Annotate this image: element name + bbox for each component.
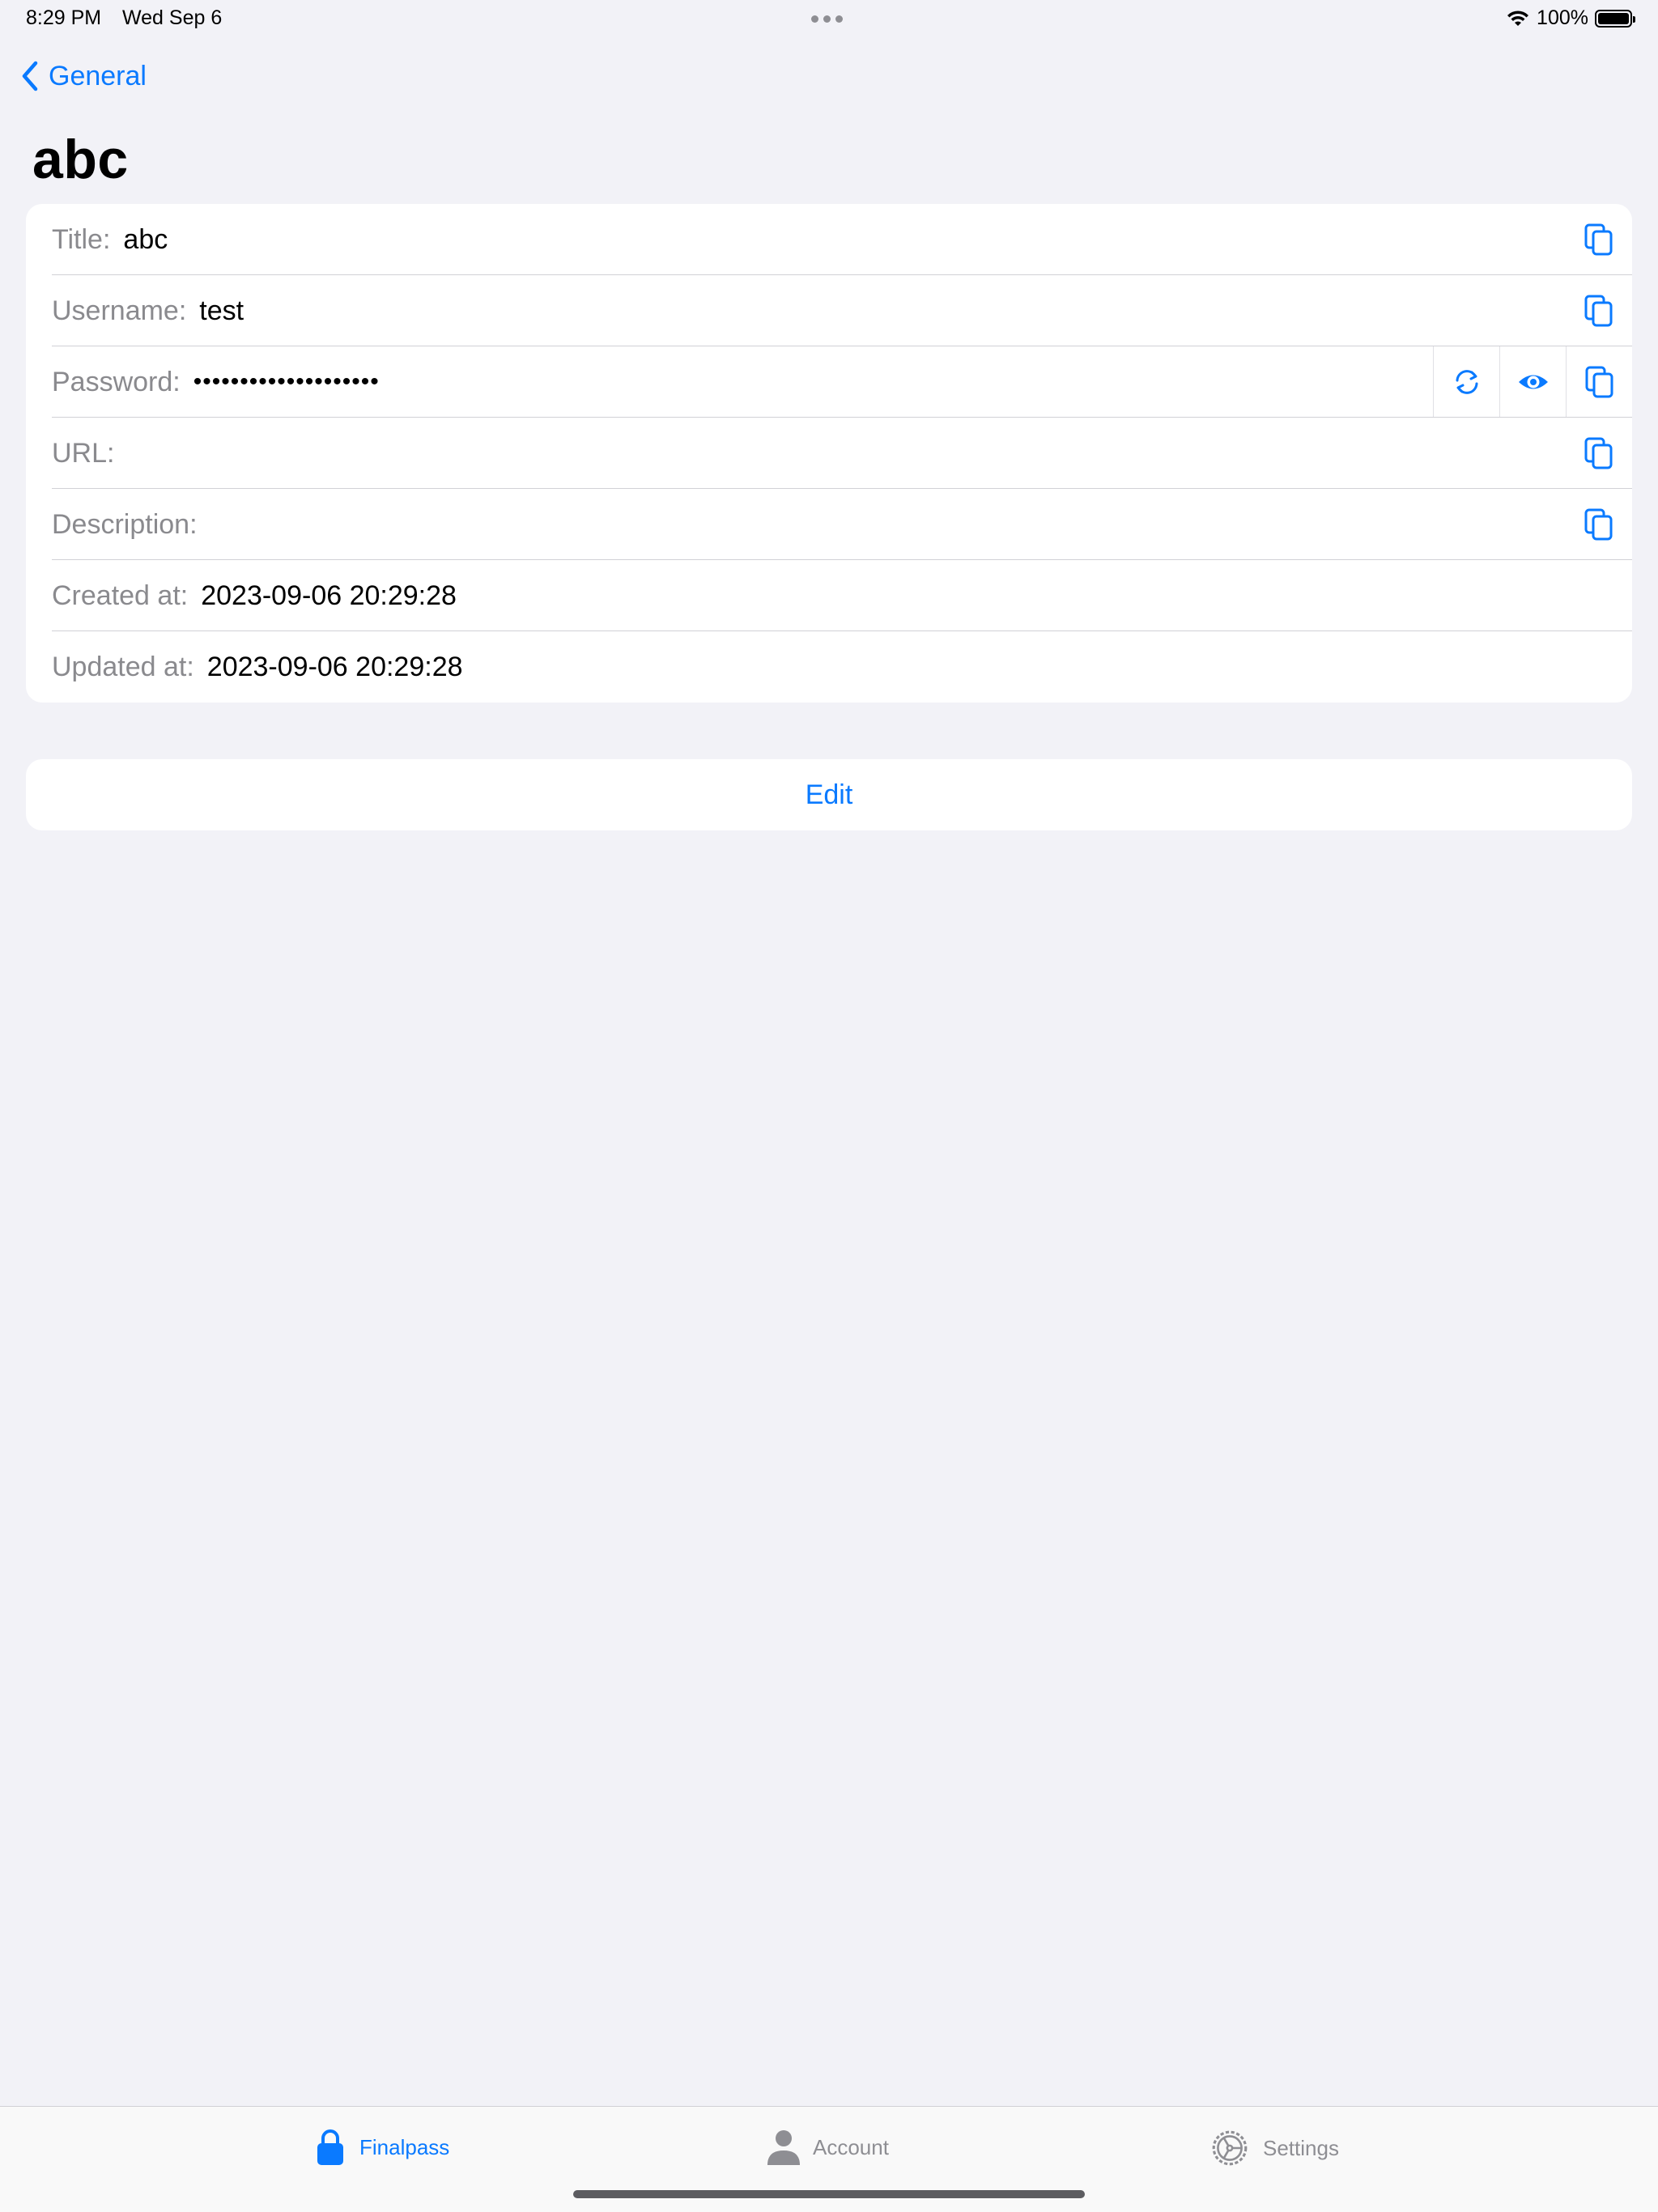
username-row: Username: test <box>26 275 1632 346</box>
multitasking-dots-icon[interactable] <box>811 15 843 23</box>
details-card: Title: abc Username: test Password: ••••… <box>26 204 1632 703</box>
copy-password-button[interactable] <box>1566 346 1632 418</box>
refresh-icon <box>1456 370 1477 394</box>
battery-percent: 100% <box>1537 6 1588 29</box>
battery-icon <box>1595 9 1635 28</box>
status-indicators: 100% <box>1506 6 1635 30</box>
person-icon <box>767 2130 800 2165</box>
username-label: Username: <box>52 295 187 326</box>
title-label: Title: <box>52 223 111 255</box>
password-row: Password: •••••••••••••••••••• <box>26 346 1632 418</box>
copy-url-button[interactable] <box>1566 418 1632 489</box>
title-row: Title: abc <box>26 204 1632 275</box>
page-title: abc <box>32 129 129 190</box>
copy-icon <box>1584 508 1613 541</box>
created-label: Created at: <box>52 580 189 611</box>
chevron-left-icon <box>22 61 38 91</box>
password-label: Password: <box>52 366 181 397</box>
tab-finalpass-label: Finalpass <box>359 2134 450 2159</box>
gear-icon <box>1212 2130 1248 2166</box>
username-value: test <box>199 295 244 326</box>
title-value: abc <box>123 223 168 255</box>
status-date: Wed Sep 6 <box>122 6 223 29</box>
url-label: URL: <box>52 437 115 469</box>
created-value: 2023-09-06 20:29:28 <box>201 580 457 611</box>
lock-icon <box>317 2129 343 2165</box>
wifi-icon <box>1507 10 1529 26</box>
regenerate-password-button[interactable] <box>1433 346 1499 418</box>
tab-settings-label: Settings <box>1263 2135 1339 2160</box>
home-indicator[interactable] <box>573 2190 1085 2198</box>
copy-icon <box>1584 295 1613 327</box>
updated-row: Updated at: 2023-09-06 20:29:28 <box>26 631 1632 703</box>
copy-username-button[interactable] <box>1566 275 1632 346</box>
created-row: Created at: 2023-09-06 20:29:28 <box>26 560 1632 631</box>
tab-account-label: Account <box>813 2134 889 2159</box>
copy-title-button[interactable] <box>1566 204 1632 275</box>
status-bar: 8:29 PM Wed Sep 6 100% <box>0 0 1658 39</box>
description-row: Description: <box>26 489 1632 560</box>
copy-description-button[interactable] <box>1566 489 1632 560</box>
show-password-button[interactable] <box>1499 346 1566 418</box>
back-label: General <box>49 60 147 91</box>
tab-finalpass[interactable]: Finalpass <box>314 2128 449 2167</box>
edit-button[interactable]: Edit <box>26 759 1632 830</box>
tab-account[interactable]: Account <box>767 2128 889 2167</box>
password-value: •••••••••••••••••••• <box>193 368 380 395</box>
copy-icon <box>1584 437 1613 469</box>
tab-settings[interactable]: Settings <box>1209 2128 1339 2168</box>
back-button[interactable]: General <box>19 60 147 92</box>
url-row: URL: <box>26 418 1632 489</box>
copy-icon <box>1585 366 1613 398</box>
updated-label: Updated at: <box>52 651 194 682</box>
description-label: Description: <box>52 508 198 540</box>
copy-icon <box>1584 223 1613 256</box>
updated-value: 2023-09-06 20:29:28 <box>206 651 463 682</box>
status-time: 8:29 PM <box>26 6 102 29</box>
eye-icon <box>1518 375 1548 389</box>
